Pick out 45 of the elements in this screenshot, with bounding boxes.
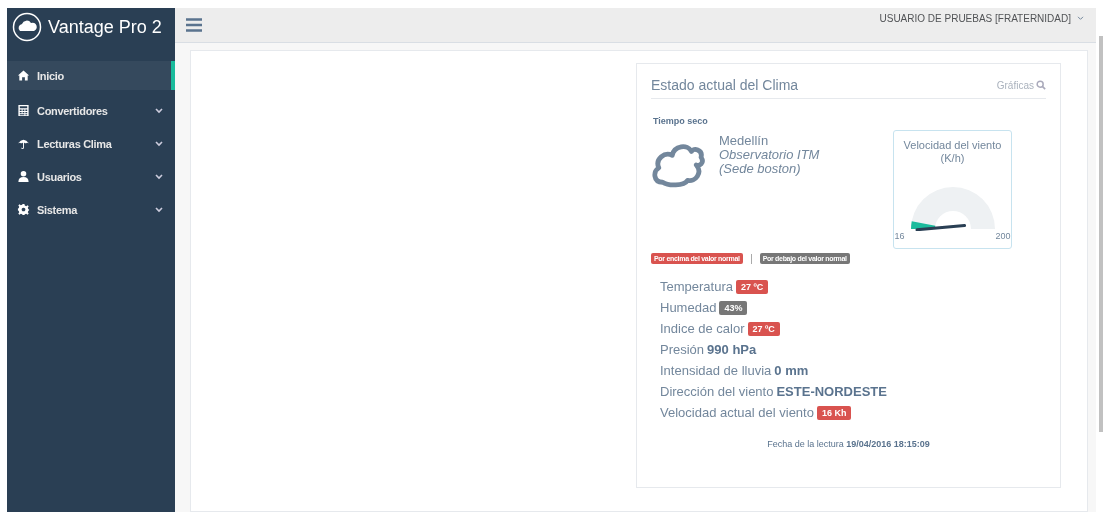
sidebar-item[interactable]: Sistema: [7, 193, 175, 226]
cloud-logo-icon: [12, 12, 42, 42]
calculator-icon: [17, 104, 30, 117]
reading-value: 0 mm: [774, 363, 809, 378]
reading-value: ESTE-NORDESTE: [776, 384, 887, 399]
sidebar-item[interactable]: Lecturas Clima: [7, 127, 175, 160]
card-title: Estado actual del Clima: [651, 77, 799, 93]
gauge-max: 200: [995, 231, 1011, 241]
reading-value: 16 Kh: [816, 405, 852, 420]
chevron-down-icon: [1077, 15, 1084, 21]
chevron-down-icon: [155, 107, 163, 114]
user-menu[interactable]: USUARIO DE PRUEBAS [FRATERNIDAD]: [879, 12, 1084, 24]
gear-icon: [17, 203, 30, 216]
reading-value: 27 ºC: [747, 321, 780, 336]
gauge-min: 16: [894, 231, 905, 241]
search-icon: [1036, 80, 1046, 90]
sidebar-item[interactable]: Inicio: [7, 61, 175, 90]
city-name: Medellín: [719, 134, 770, 148]
reading-label: Presión: [660, 342, 705, 357]
chevron-down-icon: [155, 140, 163, 147]
sidebar-item[interactable]: Convertidores: [7, 94, 175, 127]
reading-value: 990 hPa: [707, 342, 757, 357]
reading-label: Intensidad de lluvia: [660, 363, 772, 378]
reading-label: Indice de calor: [660, 321, 745, 336]
gauge-needle: [915, 224, 966, 231]
reading-label: Temperatura: [660, 279, 733, 294]
reading-date: Fecha de la lectura 19/04/2016 18:15:09: [766, 439, 931, 449]
gauge-title: Velocidad del viento (K/h): [902, 139, 1003, 165]
reading-value: 27 ºC: [736, 279, 769, 294]
station-name: Observatorio ITM: [719, 148, 820, 162]
umbrella-icon: [17, 137, 30, 150]
app-title: Vantage Pro 2: [48, 16, 162, 38]
reading-label: Velocidad actual del viento: [660, 405, 814, 420]
station-name: (Sede boston): [719, 162, 802, 176]
reading-label: Dirección del viento: [660, 384, 774, 399]
sidebar-item[interactable]: Usuarios: [7, 160, 175, 193]
reading-value: 43%: [719, 300, 748, 315]
chevron-down-icon: [155, 173, 163, 180]
home-icon: [17, 69, 30, 82]
reading-label: Humedad: [660, 300, 717, 315]
chevron-down-icon: [155, 206, 163, 213]
condition-label: Tiempo seco: [653, 116, 709, 126]
user-icon: [17, 170, 30, 183]
scrollbar[interactable]: [1099, 36, 1103, 432]
menu-icon[interactable]: [186, 18, 202, 32]
